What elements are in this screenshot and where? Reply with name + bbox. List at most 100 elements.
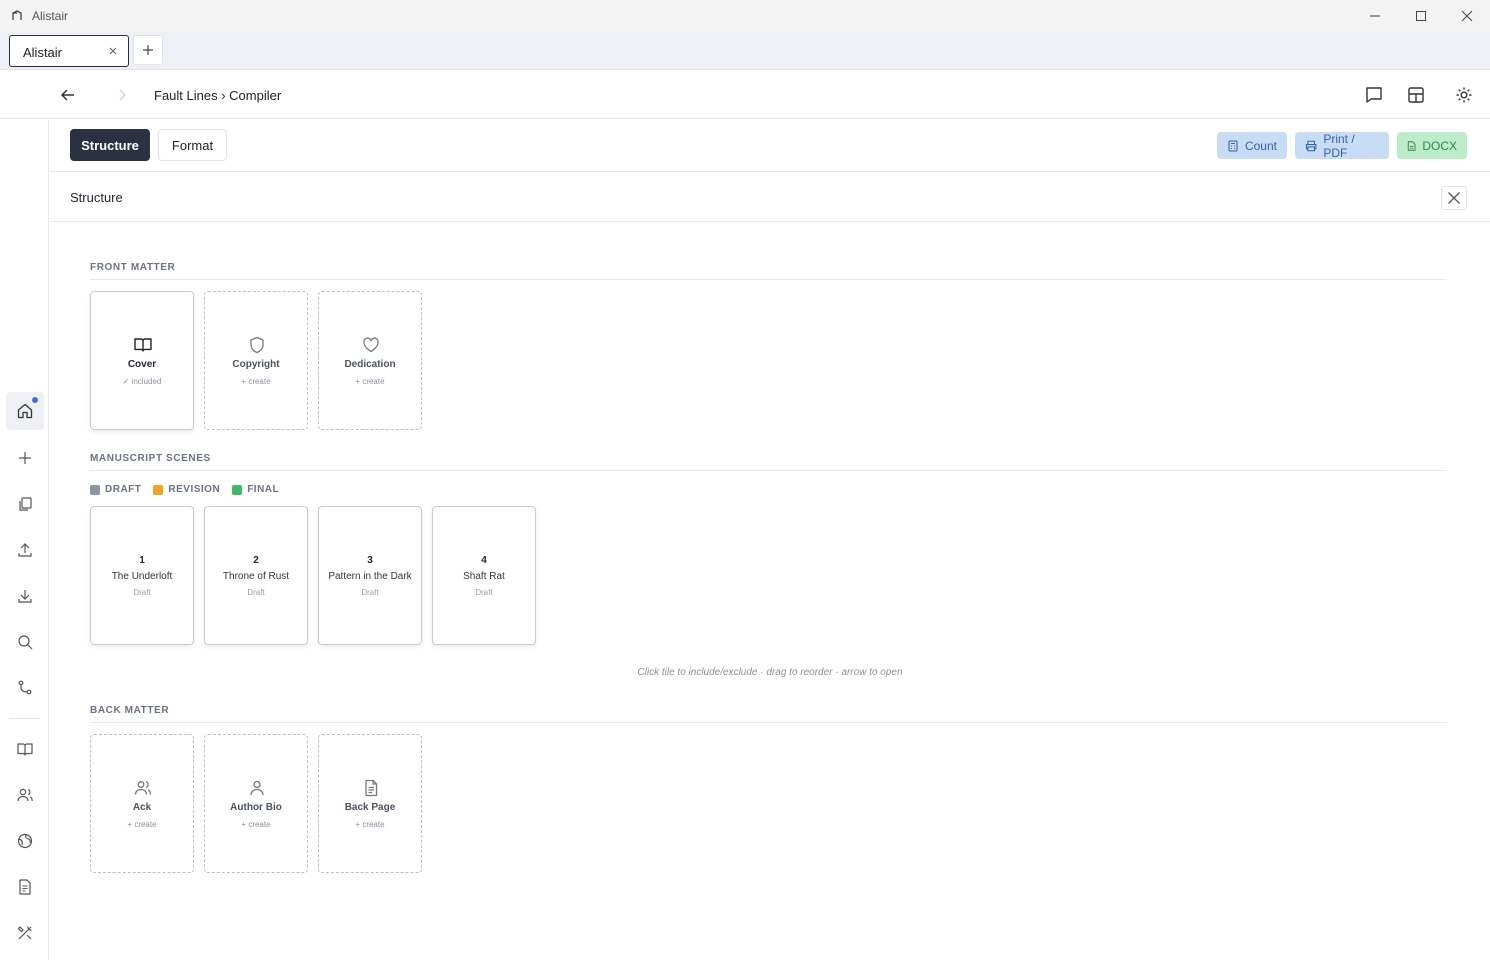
new-tab-button[interactable] — [133, 35, 163, 65]
rail-upload-button[interactable] — [6, 531, 44, 569]
settings-button[interactable] — [1453, 84, 1475, 106]
users-icon — [133, 778, 153, 798]
forward-button[interactable] — [112, 85, 132, 105]
tile-dedication[interactable]: Dedication + create — [318, 291, 422, 430]
tile-copyright[interactable]: Copyright + create — [204, 291, 308, 430]
tile-name: Copyright — [232, 359, 280, 370]
layout-button[interactable] — [1405, 84, 1427, 106]
close-window-button[interactable] — [1444, 0, 1490, 32]
heart-icon — [361, 335, 381, 355]
left-rail — [0, 120, 49, 960]
count-button[interactable]: Count — [1217, 132, 1287, 159]
legend-revision: REVISION — [153, 484, 220, 495]
scene-tile-1[interactable]: 1 The Underloft Draft — [90, 506, 194, 645]
scene-tile-4[interactable]: 4 Shaft Rat Draft — [432, 506, 536, 645]
search-icon — [18, 635, 33, 650]
minimize-icon — [1370, 15, 1380, 17]
rail-copy-button[interactable] — [6, 485, 44, 523]
globe-icon — [17, 833, 33, 849]
tile-sub: + create — [355, 377, 385, 386]
tab-close-icon[interactable] — [108, 46, 118, 56]
scene-number: 1 — [139, 555, 145, 566]
rail-add-button[interactable] — [6, 439, 44, 477]
tile-hint-text: Click tile to include/exclude · drag to … — [637, 667, 903, 678]
legend-draft: DRAFT — [90, 484, 141, 495]
tile-sub: + create — [241, 377, 271, 386]
tile-name: Cover — [127, 359, 157, 370]
scene-status: Draft — [133, 588, 151, 597]
rail-download-button[interactable] — [6, 577, 44, 615]
scene-tile-2[interactable]: 2 Throne of Rust Draft — [204, 506, 308, 645]
book-open-icon — [133, 335, 153, 355]
status-legend: DRAFT REVISION FINAL — [90, 484, 279, 495]
close-icon — [1448, 192, 1460, 204]
tab-structure[interactable]: Structure — [70, 129, 150, 161]
scene-tile-3[interactable]: 3 Pattern in the Dark Draft — [318, 506, 422, 645]
scene-number: 3 — [367, 555, 373, 566]
tab-label: Alistair — [23, 45, 63, 60]
tile-name: Author Bio — [230, 802, 282, 813]
panel-title: Structure — [70, 190, 123, 205]
tile-sub: + create — [241, 820, 271, 829]
arrow-left-icon — [60, 89, 74, 101]
user-icon — [247, 778, 267, 798]
tile-name: Back Page — [344, 802, 396, 813]
maximize-icon — [1416, 11, 1426, 21]
users-icon — [17, 788, 33, 802]
comments-button[interactable] — [1363, 84, 1385, 106]
tile-name: Ack — [132, 802, 152, 813]
close-icon — [1461, 10, 1473, 22]
docx-button[interactable]: DOCX — [1397, 132, 1467, 159]
chevron-right-icon — [119, 89, 126, 101]
file-text-icon — [361, 778, 381, 798]
tile-sub: + create — [355, 820, 385, 829]
tile-back-page[interactable]: Back Page + create — [318, 734, 422, 873]
back-button[interactable] — [58, 85, 78, 105]
app-logo-icon — [10, 9, 24, 23]
tile-name: Dedication — [344, 359, 396, 370]
tab-alistair[interactable]: Alistair — [9, 35, 129, 67]
maximize-button[interactable] — [1398, 0, 1444, 32]
message-square-icon — [1366, 87, 1382, 103]
rail-tools-button[interactable] — [6, 914, 44, 952]
rail-home-button[interactable] — [6, 392, 44, 430]
rail-divider — [9, 718, 40, 719]
rail-search-button[interactable] — [6, 623, 44, 661]
rail-world-button[interactable] — [6, 822, 44, 860]
close-panel-button[interactable] — [1441, 186, 1467, 210]
window-titlebar: Alistair — [0, 0, 1490, 32]
rail-book-button[interactable] — [6, 730, 44, 768]
legend-label: DRAFT — [105, 484, 142, 495]
minimize-button[interactable] — [1352, 0, 1398, 32]
tile-sub: + create — [127, 820, 157, 829]
rail-branch-button[interactable] — [6, 669, 44, 707]
scene-title: Pattern in the Dark — [328, 571, 412, 582]
legend-swatch — [232, 484, 243, 495]
tools-icon — [17, 926, 32, 940]
tab-strip: Alistair — [0, 32, 1490, 70]
shield-icon — [247, 335, 267, 355]
tile-author-bio[interactable]: Author Bio + create — [204, 734, 308, 873]
print-pdf-button[interactable]: Print / PDF — [1295, 132, 1389, 160]
rail-notes-button[interactable] — [6, 868, 44, 906]
home-icon — [17, 403, 33, 419]
layout-icon — [1408, 87, 1424, 103]
file-icon — [1407, 140, 1416, 151]
tile-ack[interactable]: Ack + create — [90, 734, 194, 873]
count-label: Count — [1244, 138, 1277, 153]
window-title: Alistair — [32, 9, 69, 23]
scene-status: Draft — [475, 588, 493, 597]
legend-final: FINAL — [232, 484, 279, 495]
tab-format[interactable]: Format — [158, 129, 227, 161]
breadcrumb: Fault Lines › Compiler — [154, 88, 282, 103]
legend-label: FINAL — [247, 484, 280, 495]
plus-icon — [143, 45, 153, 55]
rail-characters-button[interactable] — [6, 776, 44, 814]
scene-number: 4 — [481, 555, 487, 566]
scene-status: Draft — [361, 588, 379, 597]
structure-panel-header: Structure — [50, 172, 1490, 222]
tile-sub: ✓ included — [122, 377, 162, 386]
section-divider — [90, 279, 1447, 280]
tile-cover[interactable]: Cover ✓ included — [90, 291, 194, 430]
legend-swatch — [153, 484, 164, 495]
